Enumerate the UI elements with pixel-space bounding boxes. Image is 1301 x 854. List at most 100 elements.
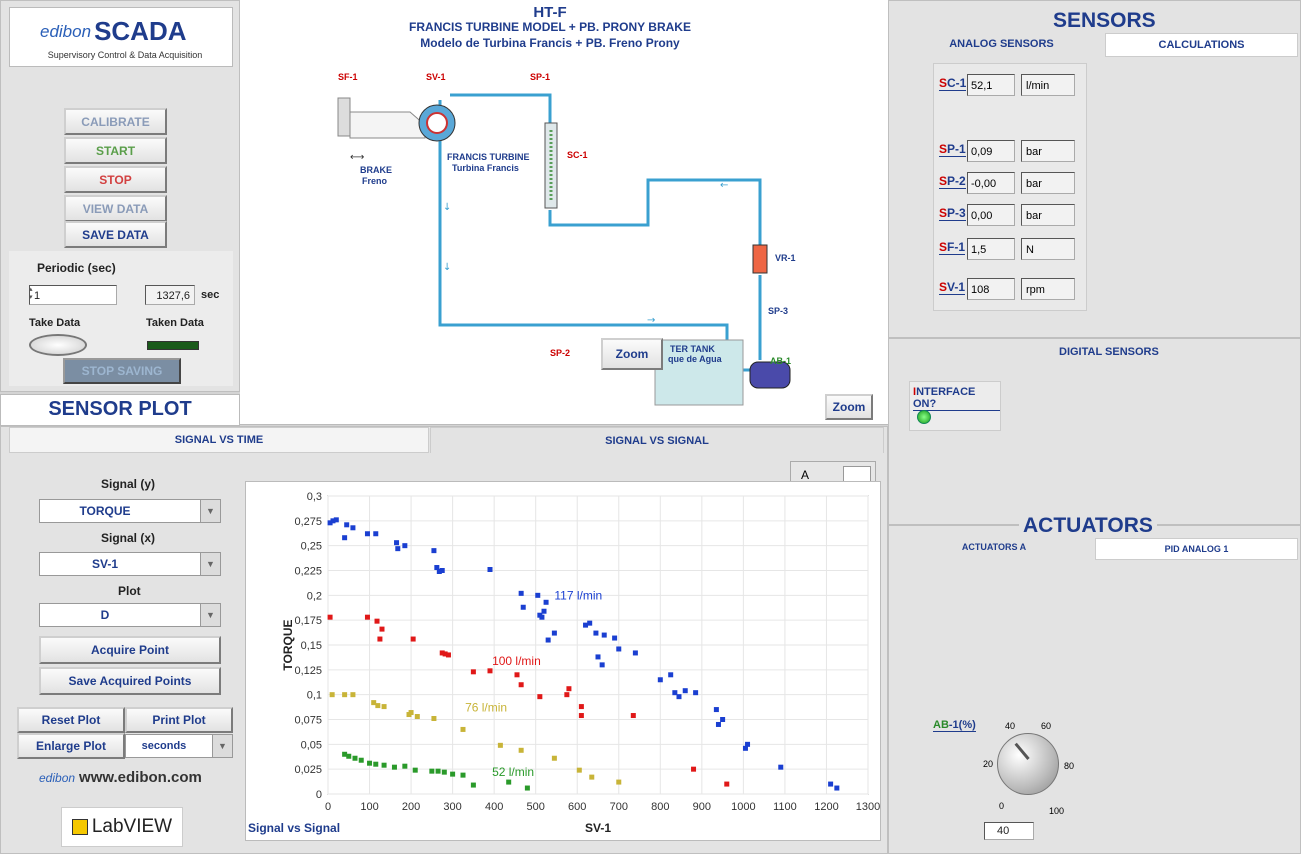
y-tick-label: 0,3 xyxy=(307,491,322,503)
y-tick-label: 0,2 xyxy=(307,590,322,602)
interface-label: INTERFACE ON? xyxy=(913,386,1000,411)
ab1-knob[interactable] xyxy=(997,733,1059,795)
save-acquired-points-button[interactable]: Save Acquired Points xyxy=(39,667,221,695)
zoom-diagram-button[interactable]: Zoom xyxy=(825,394,873,420)
label-sc1: SC-1 xyxy=(567,150,588,160)
data-point xyxy=(601,632,607,638)
data-point xyxy=(599,662,605,668)
tab-pid-analog[interactable]: PID ANALOG 1 xyxy=(1095,538,1298,560)
actuators-title: ACTUATORS xyxy=(1019,514,1157,538)
data-point xyxy=(834,785,840,791)
data-point xyxy=(587,620,593,626)
data-point xyxy=(364,614,370,620)
sensor-id-suffix: P-1 xyxy=(947,142,966,156)
print-plot-button[interactable]: Print Plot xyxy=(125,707,233,733)
data-point xyxy=(518,590,524,596)
signal-x-select[interactable]: SV-1 ▼ xyxy=(39,552,221,576)
tab-calculations[interactable]: CALCULATIONS xyxy=(1105,33,1298,57)
data-point xyxy=(344,522,350,528)
edibon-web-wordmark: edibon xyxy=(39,770,76,785)
elapsed-display: 1327,6 xyxy=(145,285,195,305)
elapsed-unit: sec xyxy=(201,289,220,301)
tab-analog-sensors[interactable]: ANALOG SENSORS xyxy=(899,31,1104,57)
chart-caption: Signal vs Signal xyxy=(248,821,340,835)
signal-x-label: Signal (x) xyxy=(101,531,156,545)
data-point xyxy=(394,540,400,546)
data-point xyxy=(595,654,601,660)
view-data-button[interactable]: VIEW DATA xyxy=(64,195,167,222)
data-point xyxy=(713,707,719,713)
control-panel: edibon SCADA Supervisory Control & Data … xyxy=(0,0,240,392)
stop-button[interactable]: STOP xyxy=(64,166,167,193)
data-point xyxy=(395,546,401,552)
data-point xyxy=(630,713,636,719)
data-point xyxy=(402,763,408,769)
data-point xyxy=(543,599,549,605)
sensor-row-sc-1: SC-1 52,1 l/min xyxy=(937,72,1087,98)
data-point xyxy=(350,692,356,698)
series-label: 76 l/min xyxy=(465,701,507,715)
y-tick-label: 0,275 xyxy=(294,516,322,528)
sensor-plot-title: SENSOR PLOT xyxy=(48,398,192,420)
sensor-id-prefix: S xyxy=(939,280,948,294)
acquire-point-button[interactable]: Acquire Point xyxy=(39,636,221,664)
start-button[interactable]: START xyxy=(64,137,167,164)
tab-signal-vs-signal[interactable]: SIGNAL VS SIGNAL xyxy=(430,427,884,453)
sensor-value: -0,00 xyxy=(967,172,1015,194)
periodic-input[interactable]: 1 xyxy=(29,285,117,305)
knob-tick-60: 60 xyxy=(1041,721,1052,731)
x-tick-label: 400 xyxy=(485,801,503,813)
save-data-button[interactable]: SAVE DATA xyxy=(64,221,167,248)
sensor-row-sp-2: SP-2 -0,00 bar xyxy=(937,170,1087,196)
data-point xyxy=(524,785,530,791)
periodic-stepper[interactable]: ▴ ▾ xyxy=(29,285,37,305)
data-point xyxy=(564,692,570,698)
data-point xyxy=(724,781,730,787)
ab1-label-prefix: AB xyxy=(933,719,949,731)
data-point xyxy=(408,710,414,716)
data-point xyxy=(487,567,493,573)
take-data-toggle[interactable] xyxy=(29,334,87,356)
x-tick-label: 1000 xyxy=(731,801,755,813)
labview-text: LabVIEW xyxy=(91,816,173,837)
tab-signal-vs-time[interactable]: SIGNAL VS TIME xyxy=(9,427,429,453)
data-point xyxy=(657,677,663,683)
data-point xyxy=(551,630,557,636)
y-tick-label: 0,075 xyxy=(294,715,322,727)
label-brake-en: BRAKE xyxy=(360,165,393,175)
tab-actuators-a[interactable]: ACTUATORS A xyxy=(894,536,1094,558)
sensor-id: SC-1 xyxy=(939,76,967,91)
data-point xyxy=(441,769,447,775)
sensor-id-suffix: V-1 xyxy=(947,280,966,294)
edibon-web-logo: edibon www.edibon.com xyxy=(39,769,202,786)
sensor-id-prefix: S xyxy=(939,174,948,188)
edibon-wordmark: edibon xyxy=(40,21,92,41)
scroll-label: A xyxy=(801,468,810,482)
y-tick-label: 0,15 xyxy=(301,640,322,652)
zoom-tank-button[interactable]: Zoom xyxy=(601,338,663,370)
y-tick-label: 0,05 xyxy=(301,739,322,751)
enlarge-plot-button[interactable]: Enlarge Plot xyxy=(17,733,125,759)
ab1-label: AB-1(%) xyxy=(933,719,976,732)
data-point xyxy=(381,704,387,710)
data-point xyxy=(632,650,638,656)
data-point xyxy=(682,688,688,694)
data-point xyxy=(518,682,524,688)
data-point xyxy=(518,747,524,753)
label-tank-en: TER TANK xyxy=(670,344,715,354)
reset-plot-button[interactable]: Reset Plot xyxy=(17,707,125,733)
signal-y-select[interactable]: TORQUE ▼ xyxy=(39,499,221,523)
x-tick-label: 100 xyxy=(360,801,378,813)
plot-select[interactable]: D ▼ xyxy=(39,603,221,627)
data-point xyxy=(589,774,595,780)
data-point xyxy=(535,592,541,598)
calibrate-button[interactable]: CALIBRATE xyxy=(64,108,167,135)
knob-tick-100: 100 xyxy=(1049,806,1065,816)
stop-saving-button[interactable]: STOP SAVING xyxy=(63,358,181,384)
sensor-unit: N xyxy=(1021,238,1075,260)
x-tick-label: 0 xyxy=(325,801,331,813)
sensor-value: 108 xyxy=(967,278,1015,300)
y-tick-label: 0,125 xyxy=(294,665,322,677)
ab1-value-input[interactable]: 40 xyxy=(984,822,1034,840)
units-select[interactable]: seconds ▼ xyxy=(125,734,233,758)
